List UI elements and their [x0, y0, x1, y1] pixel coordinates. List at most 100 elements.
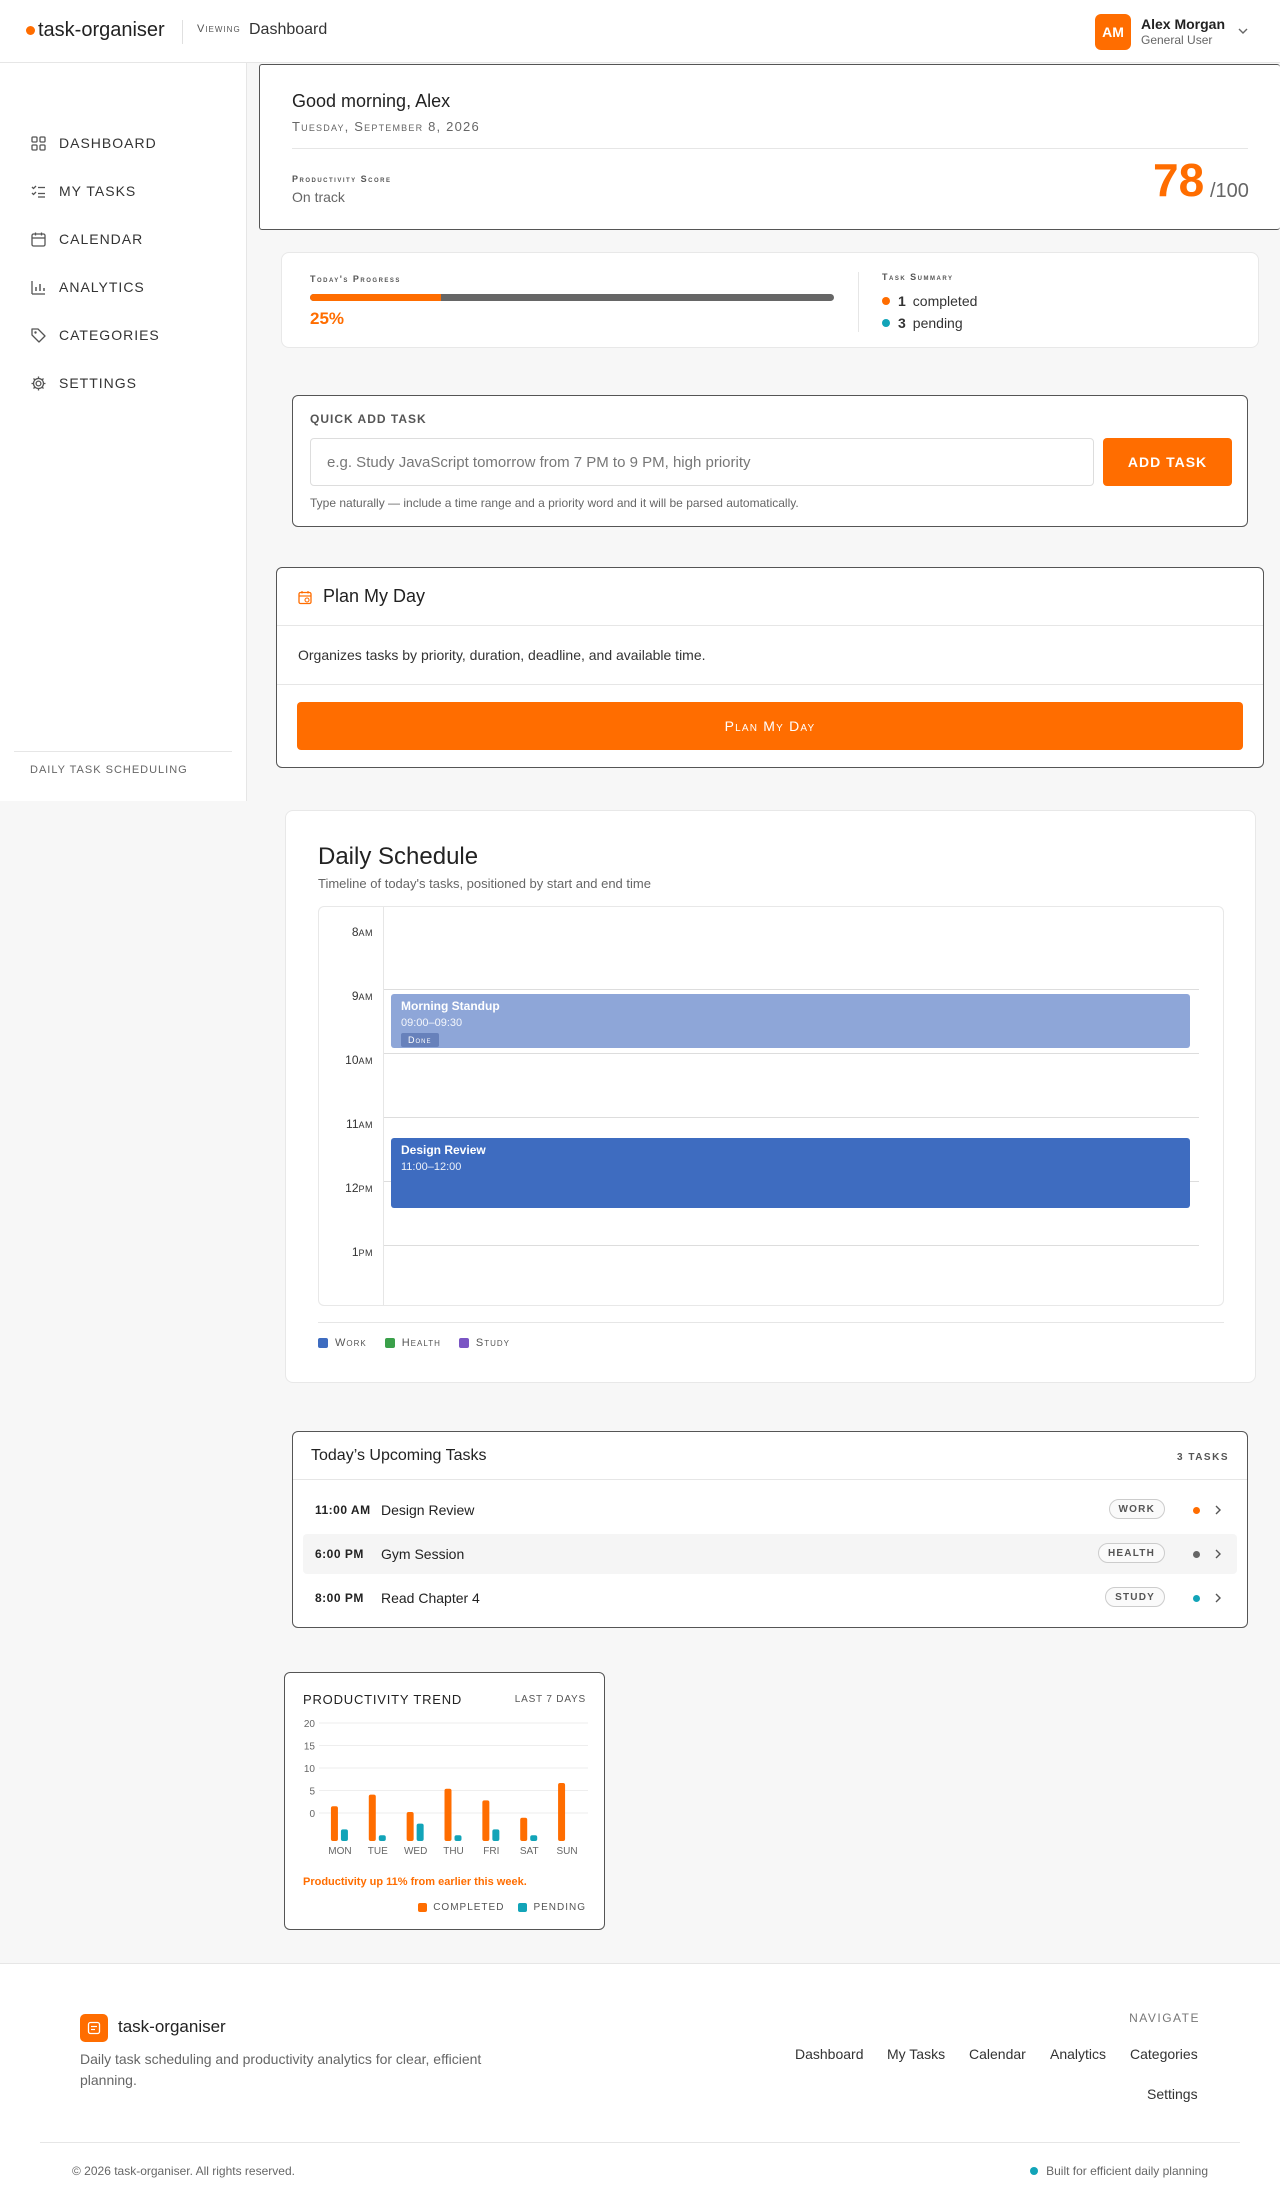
legend-swatch	[384, 1338, 395, 1348]
x-tick-label: FRI	[483, 1846, 499, 1857]
productivity-score-label: Productivity Score	[292, 174, 392, 184]
timeline-hour-line	[384, 989, 1199, 990]
completed-label: completed	[912, 293, 978, 309]
greeting-card: Good morning, Alex Tuesday, September 8,…	[259, 64, 1280, 230]
greeting-title: Good morning, Alex	[292, 91, 451, 111]
sidebar-item-label: SETTINGS	[59, 375, 138, 391]
footer-link-settings[interactable]: Settings	[1147, 2086, 1198, 2102]
completed-swatch	[418, 1903, 428, 1912]
grid-icon	[31, 135, 46, 151]
footer-link-analytics[interactable]: Analytics	[1050, 2046, 1106, 2062]
task-row[interactable]: 6:00 PM Gym Session HEALTH	[303, 1534, 1237, 1574]
footer-logo-icon	[80, 2014, 108, 2042]
user-role: General User	[1141, 33, 1213, 47]
schedule-legend: Work Health Study	[318, 1337, 510, 1349]
sidebar-item-label: DASHBOARD	[59, 135, 157, 151]
footer-copyright: © 2026 task-organiser. All rights reserv…	[72, 2164, 295, 2178]
sidebar-item-my-tasks[interactable]: MY TASKS	[30, 179, 136, 203]
sidebar-item-categories[interactable]: CATEGORIES	[30, 323, 160, 347]
quick-add-card: QUICK ADD TASK ADD TASK Type naturally —…	[292, 395, 1248, 527]
legend-swatch	[458, 1338, 469, 1348]
schedule-timeline: 8AM 9AM 10AM 11AM 12PM 1PM Morning Standup 09:0…	[318, 906, 1224, 1306]
greeting-divider	[292, 148, 1248, 149]
quick-add-title: QUICK ADD TASK	[310, 412, 427, 426]
chevron-right-icon[interactable]	[1212, 1547, 1224, 1561]
greeting-date: Tuesday, September 8, 2026	[292, 119, 480, 134]
x-tick-label: WED	[404, 1846, 427, 1857]
upcoming-title: Today’s Upcoming Tasks	[311, 1447, 487, 1464]
task-category-badge: WORK	[1108, 1499, 1165, 1519]
summary-pending: 3 pending	[882, 315, 963, 331]
current-page-title: Dashboard	[249, 21, 328, 38]
sidebar-item-calendar[interactable]: CALENDAR	[30, 227, 143, 251]
progress-card: Today's Progress 25% Task Summary 1 comp…	[281, 252, 1259, 348]
task-name: Gym Session	[381, 1546, 465, 1562]
sidebar-item-label: ANALYTICS	[59, 279, 145, 295]
plan-title: Plan My Day	[323, 586, 426, 606]
plan-header: Plan My Day	[277, 568, 1263, 626]
calendar-clock-icon	[298, 591, 312, 605]
bar-pending	[530, 1835, 538, 1841]
completed-count: 1	[898, 293, 906, 309]
sidebar-item-dashboard[interactable]: DASHBOARD	[30, 131, 157, 155]
task-row[interactable]: 11:00 AM Design Review WORK	[303, 1490, 1237, 1530]
schedule-event[interactable]: Morning Standup 09:00–09:30 Done	[391, 994, 1190, 1049]
y-tick-label: 15	[304, 1742, 316, 1753]
sidebar-divider	[14, 751, 232, 752]
task-row[interactable]: 8:00 PM Read Chapter 4 STUDY	[303, 1578, 1237, 1618]
timeline-hour-label: 12PM	[345, 1181, 373, 1195]
sidebar: DASHBOARD MY TASKS CALENDAR ANALYTICS CA…	[0, 63, 247, 801]
add-task-button[interactable]: ADD TASK	[1103, 438, 1232, 486]
task-name: Design Review	[381, 1502, 475, 1518]
brand-dot-icon	[26, 26, 35, 35]
event-status-badge: Done	[401, 1033, 439, 1047]
daily-schedule-card: Daily Schedule Timeline of today's tasks…	[285, 810, 1256, 1383]
footer-link-categories[interactable]: Categories	[1130, 2046, 1198, 2062]
footer-link-my-tasks[interactable]: My Tasks	[887, 2046, 945, 2062]
event-time: 11:00–12:00	[401, 1161, 462, 1173]
event-time: 09:00–09:30	[401, 1017, 463, 1029]
upcoming-header: Today’s Upcoming Tasks 3 TASKS	[293, 1432, 1247, 1480]
brand-logo[interactable]: task-organiser	[26, 19, 165, 42]
chevron-right-icon[interactable]	[1212, 1503, 1224, 1517]
chevron-down-icon[interactable]	[1236, 24, 1250, 38]
progress-divider	[858, 272, 859, 332]
productivity-trend-card: PRODUCTIVITY TREND LAST 7 DAYS 20 15 10 5 0 M…	[284, 1672, 605, 1930]
timeline-hour-line	[384, 1053, 1199, 1054]
timeline-hour-label: 9AM	[351, 989, 373, 1003]
chevron-right-icon[interactable]	[1212, 1591, 1224, 1605]
timeline-hour-label: 10AM	[345, 1053, 373, 1067]
sidebar-item-analytics[interactable]: ANALYTICS	[30, 275, 145, 299]
bar-pending	[492, 1829, 500, 1841]
trend-note: Productivity up 11% from earlier this we…	[303, 1876, 527, 1888]
task-status-dot-icon	[1193, 1507, 1200, 1514]
schedule-subtitle: Timeline of today's tasks, positioned by…	[318, 876, 651, 891]
footer-divider	[40, 2142, 1240, 2143]
productivity-score-max: /100	[1210, 180, 1249, 202]
bar-completed	[558, 1783, 566, 1841]
quick-add-input[interactable]	[310, 438, 1094, 486]
schedule-divider	[318, 1322, 1224, 1323]
user-name[interactable]: Alex Morgan	[1141, 16, 1225, 32]
pending-count: 3	[898, 315, 906, 331]
sidebar-item-settings[interactable]: SETTINGS	[30, 371, 137, 395]
footer-link-calendar[interactable]: Calendar	[969, 2046, 1026, 2062]
user-avatar[interactable]: AM	[1095, 14, 1131, 50]
schedule-event[interactable]: Design Review 11:00–12:00	[391, 1138, 1190, 1209]
page-footer: task-organiser Daily task scheduling and…	[0, 1963, 1280, 2193]
top-header: task-organiser Viewing Dashboard AM Alex…	[0, 0, 1280, 63]
footer-nav-label: NAVIGATE	[1129, 2011, 1200, 2025]
gear-icon	[31, 376, 46, 390]
upcoming-tasks-card: Today’s Upcoming Tasks 3 TASKS 11:00 AM D…	[292, 1431, 1248, 1628]
viewing-label: Viewing	[197, 23, 241, 35]
header-divider	[182, 20, 183, 44]
legend-completed-label: COMPLETED	[433, 1902, 505, 1913]
footer-brand[interactable]: task-organiser	[118, 2017, 226, 2037]
bar-pending	[340, 1829, 348, 1841]
summary-completed: 1 completed	[882, 293, 977, 309]
productivity-score-status: On track	[292, 189, 345, 205]
footer-link-dashboard[interactable]: Dashboard	[795, 2046, 864, 2062]
task-time: 8:00 PM	[315, 1591, 364, 1605]
sidebar-item-label: CALENDAR	[59, 231, 144, 247]
plan-my-day-button[interactable]: Plan My Day	[297, 702, 1243, 750]
